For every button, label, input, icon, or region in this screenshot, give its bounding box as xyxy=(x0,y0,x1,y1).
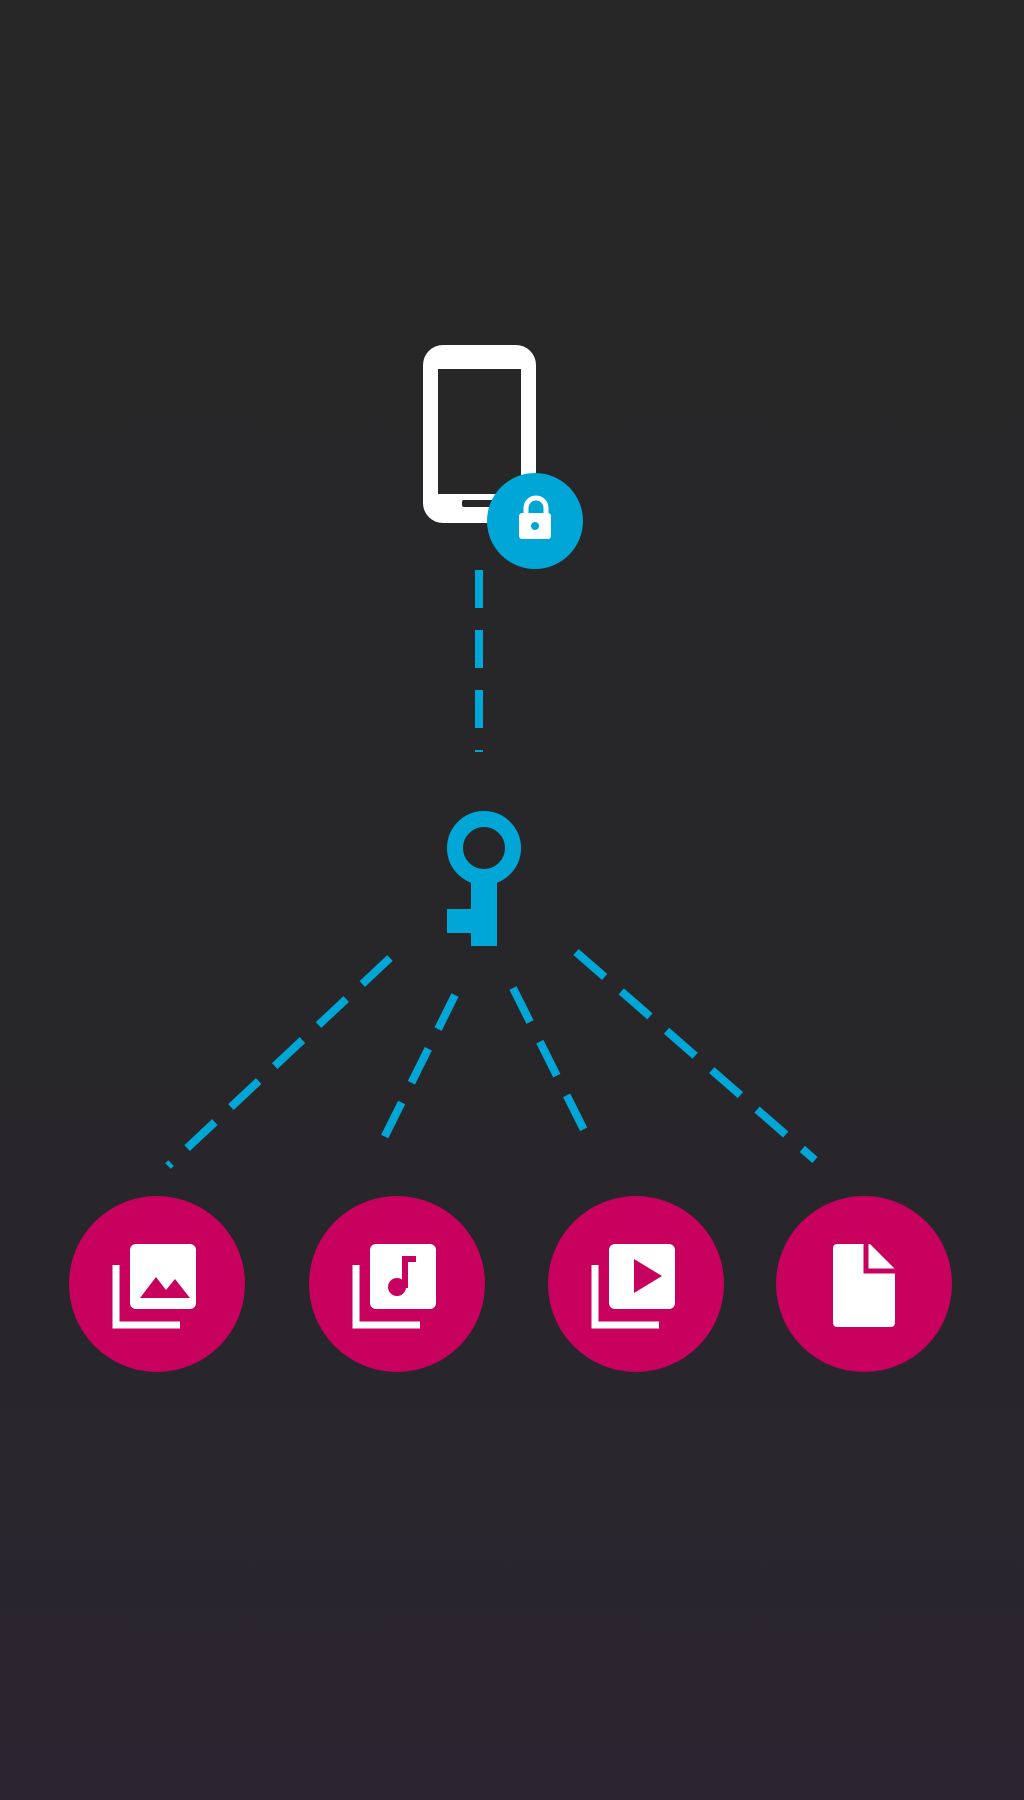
files-node xyxy=(776,1196,952,1372)
edge-key-videos xyxy=(509,986,596,1148)
diagram-stage xyxy=(0,0,1024,1800)
edge-key-photos xyxy=(165,955,393,1169)
edge-key-music xyxy=(376,993,459,1148)
key-icon xyxy=(447,811,521,946)
edge-key-files xyxy=(573,948,818,1164)
lock-badge xyxy=(487,473,583,569)
encryption-diagram xyxy=(69,345,952,1372)
videos-node xyxy=(548,1196,724,1372)
photos-node xyxy=(69,1196,245,1372)
music-node xyxy=(309,1196,485,1372)
